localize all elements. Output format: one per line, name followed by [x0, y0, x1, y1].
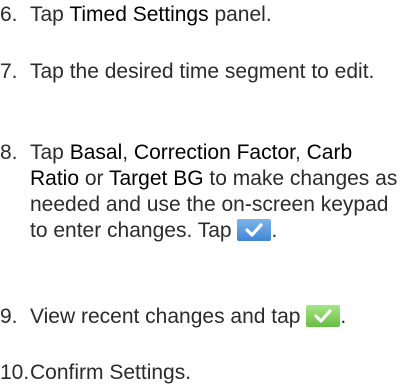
step-8: 8. Tap Basal, Correction Factor, Carb Ra…	[0, 140, 409, 244]
step-text: View recent changes and tap .	[30, 305, 347, 328]
checkmark-button-green-icon	[306, 305, 341, 327]
step-text: Tap Timed Settings panel.	[30, 3, 272, 26]
step-number: 10.	[0, 361, 30, 384]
step-number: 8.	[0, 141, 18, 164]
step-text: Tap the desired time segment to edit.	[30, 60, 375, 83]
step-text: Tap Basal, Correction Factor, Carb Ratio…	[30, 141, 398, 242]
step-number: 9.	[0, 305, 18, 328]
step-7: 7. Tap the desired time segment to edit.	[0, 59, 409, 85]
keyword-basal: Basal	[69, 141, 123, 164]
keyword-correction-factor: Correction Factor	[133, 141, 295, 164]
step-number: 7.	[0, 60, 18, 83]
step-text: Confirm Settings.	[30, 361, 192, 384]
step-6: 6. Tap Timed Settings panel.	[0, 2, 409, 28]
checkmark-button-blue-icon	[237, 219, 272, 241]
keyword-timed-settings: Timed Settings	[69, 3, 209, 26]
keyword-target-bg: Target BG	[109, 167, 204, 190]
step-10: 10. Confirm Settings.	[0, 360, 409, 386]
step-number: 6.	[0, 3, 18, 26]
step-9: 9. View recent changes and tap .	[0, 304, 409, 330]
